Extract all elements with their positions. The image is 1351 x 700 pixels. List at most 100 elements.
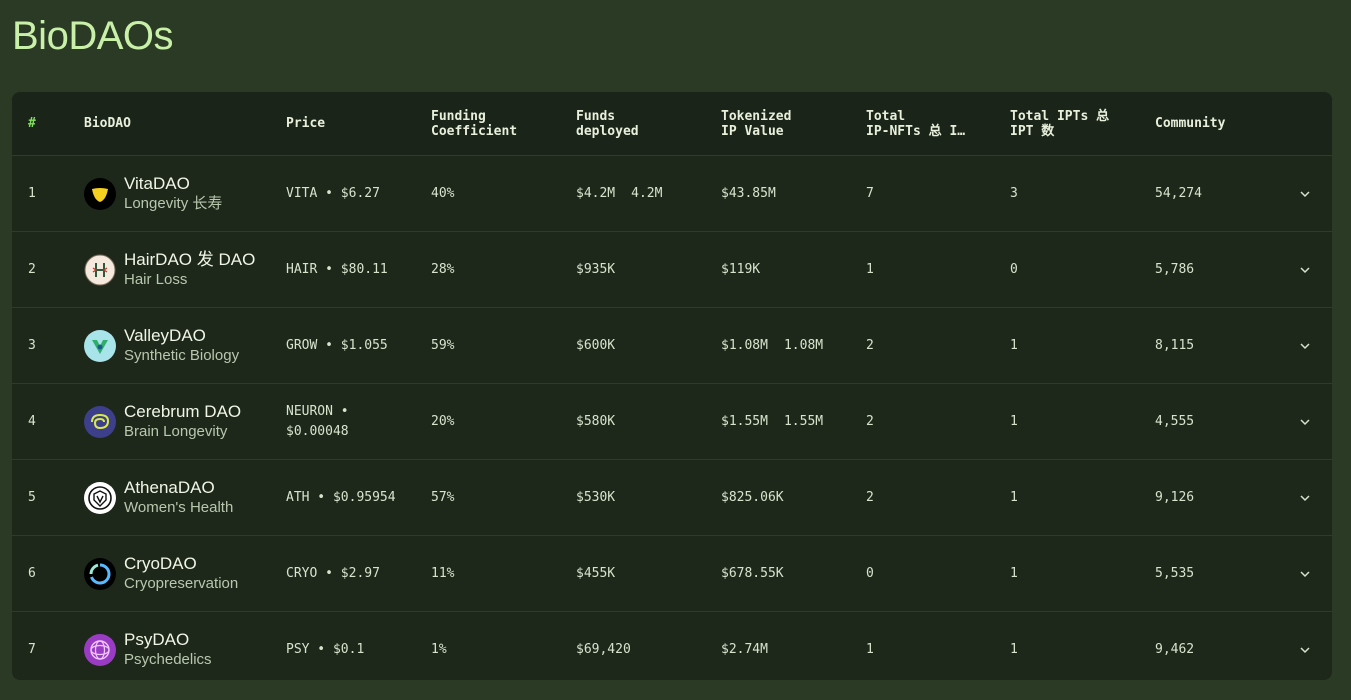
dao-logo-icon bbox=[84, 633, 116, 666]
price-value: GROW • $1.055 bbox=[286, 337, 388, 353]
funds-deployed-value: $935K bbox=[576, 261, 616, 277]
community-value: 4,555 bbox=[1155, 413, 1195, 429]
funds-deployed-cell: $580K bbox=[576, 384, 631, 459]
funding-coefficient-value: 59% bbox=[431, 337, 455, 353]
funds-deployed-cell: $4.2M 4.2M bbox=[576, 156, 662, 231]
header-biodao[interactable]: BioDAO bbox=[84, 92, 131, 155]
table-row[interactable]: 4 Cerebrum DAO Brain Longevity NEURON • … bbox=[12, 383, 1332, 459]
chevron-down-icon[interactable] bbox=[1298, 536, 1312, 611]
dao-logo-icon bbox=[84, 254, 116, 286]
tokenized-ip-cell: $825.06K bbox=[721, 460, 800, 535]
price-value: HAIR • $80.11 bbox=[286, 261, 388, 277]
tokenized-ip-value: $825.06K bbox=[721, 489, 784, 505]
total-ip-nfts-value: 2 bbox=[866, 337, 874, 353]
chevron-down-icon[interactable] bbox=[1298, 232, 1312, 307]
tokenized-ip-value: $119K bbox=[721, 261, 761, 277]
biodao-cell[interactable]: CryoDAO Cryopreservation bbox=[84, 536, 238, 611]
community-value: 5,786 bbox=[1155, 261, 1195, 277]
funds-deployed-cell: $69,420 bbox=[576, 612, 647, 680]
biodao-table: # BioDAO Price Funding Coefficient Funds… bbox=[12, 92, 1332, 680]
table-row[interactable]: 5 AthenaDAO Women's Health ATH • $0.9595… bbox=[12, 459, 1332, 535]
total-ipts-value: 1 bbox=[1010, 641, 1018, 657]
dao-name[interactable]: PsyDAO bbox=[124, 630, 212, 650]
dao-category: Brain Longevity bbox=[124, 422, 228, 440]
total-ip-nfts-value: 0 bbox=[866, 565, 874, 581]
row-index: 7 bbox=[28, 641, 36, 657]
tokenized-ip-extra: 1.08M bbox=[783, 337, 824, 353]
tokenized-ip-cell: $119K bbox=[721, 232, 776, 307]
table-body: 1 VitaDAO Longevity 长寿 VITA • $6.27 40% … bbox=[12, 156, 1332, 680]
table-row[interactable]: 1 VitaDAO Longevity 长寿 VITA • $6.27 40% … bbox=[12, 156, 1332, 231]
funding-coefficient-value: 28% bbox=[431, 261, 455, 277]
header-price[interactable]: Price bbox=[286, 92, 325, 155]
biodao-cell[interactable]: AthenaDAO Women's Health bbox=[84, 460, 233, 535]
funds-deployed-value: $580K bbox=[576, 413, 616, 429]
total-ip-nfts-value: 1 bbox=[866, 641, 874, 657]
funding-coefficient-value: 40% bbox=[431, 185, 455, 201]
community-value: 54,274 bbox=[1155, 185, 1202, 201]
biodao-cell[interactable]: VitaDAO Longevity 长寿 bbox=[84, 156, 222, 231]
tokenized-ip-cell: $2.74M bbox=[721, 612, 784, 680]
funds-deployed-value: $600K bbox=[576, 337, 616, 353]
tokenized-ip-value: $43.85M bbox=[721, 185, 776, 201]
price-value: CRYO • $2.97 bbox=[286, 565, 380, 581]
table-row[interactable]: 7 PsyDAO Psychedelics PSY • $0.1 1% $69,… bbox=[12, 611, 1332, 680]
total-ip-nfts-value: 2 bbox=[866, 489, 874, 505]
dao-name[interactable]: ValleyDAO bbox=[124, 326, 239, 346]
price-value: VITA • $6.27 bbox=[286, 185, 380, 201]
biodao-cell[interactable]: Cerebrum DAO Brain Longevity bbox=[84, 384, 241, 459]
chevron-down-icon[interactable] bbox=[1298, 612, 1312, 680]
header-funds-deployed[interactable]: Funds deployed bbox=[576, 92, 639, 155]
price-cell: NEURON • $0.00048 bbox=[286, 384, 416, 459]
row-index: 1 bbox=[28, 185, 36, 201]
funds-deployed-value: $4.2M bbox=[576, 185, 616, 201]
header-funding-coefficient[interactable]: Funding Coefficient bbox=[431, 92, 517, 155]
chevron-down-icon[interactable] bbox=[1298, 156, 1312, 231]
biodao-cell[interactable]: ValleyDAO Synthetic Biology bbox=[84, 308, 239, 383]
dao-name[interactable]: AthenaDAO bbox=[124, 478, 233, 498]
price-cell: GROW • $1.055 bbox=[286, 308, 416, 383]
header-index[interactable]: # bbox=[28, 92, 36, 155]
dao-category: Cryopreservation bbox=[124, 574, 239, 592]
total-ip-nfts-value: 2 bbox=[866, 413, 874, 429]
biodao-cell[interactable]: PsyDAO Psychedelics bbox=[84, 612, 212, 680]
page-title: BioDAOs bbox=[12, 14, 174, 58]
tokenized-ip-cell: $1.08M 1.08M bbox=[721, 308, 823, 383]
chevron-down-icon[interactable] bbox=[1298, 308, 1312, 383]
row-index: 4 bbox=[28, 413, 36, 429]
table-header: # BioDAO Price Funding Coefficient Funds… bbox=[12, 92, 1332, 156]
funding-coefficient-value: 11% bbox=[431, 565, 455, 581]
funds-deployed-cell: $600K bbox=[576, 308, 631, 383]
funds-deployed-extra: 4.2M bbox=[631, 185, 663, 201]
price-cell: HAIR • $80.11 bbox=[286, 232, 416, 307]
dao-name[interactable]: Cerebrum DAO bbox=[124, 402, 241, 422]
chevron-down-icon[interactable] bbox=[1298, 460, 1312, 535]
total-ipts-value: 0 bbox=[1010, 261, 1018, 277]
table-row[interactable]: 3 ValleyDAO Synthetic Biology GROW • $1.… bbox=[12, 307, 1332, 383]
header-total-ip-nfts[interactable]: Total IP-NFTs 总 I… bbox=[866, 92, 965, 155]
tokenized-ip-value: $2.74M bbox=[721, 641, 768, 657]
dao-name[interactable]: CryoDAO bbox=[124, 554, 238, 574]
header-tokenized-ip-value[interactable]: Tokenized IP Value bbox=[721, 92, 791, 155]
biodao-cell[interactable]: HairDAO 发 DAO Hair Loss bbox=[84, 232, 255, 307]
dao-category: Psychedelics bbox=[124, 650, 212, 668]
total-ipts-value: 1 bbox=[1010, 413, 1018, 429]
funding-coefficient-value: 20% bbox=[431, 413, 455, 429]
funds-deployed-cell: $935K bbox=[576, 232, 631, 307]
dao-name[interactable]: HairDAO 发 DAO bbox=[124, 250, 255, 270]
dao-name[interactable]: VitaDAO bbox=[124, 174, 222, 194]
tokenized-ip-cell: $43.85M bbox=[721, 156, 792, 231]
row-index: 2 bbox=[28, 261, 36, 277]
row-index: 6 bbox=[28, 565, 36, 581]
header-total-ipts[interactable]: Total IPTs 总 IPT 数 bbox=[1010, 92, 1109, 155]
table-row[interactable]: 6 CryoDAO Cryopreservation CRYO • $2.97 … bbox=[12, 535, 1332, 611]
dao-category: Longevity 长寿 bbox=[124, 194, 223, 212]
price-cell: VITA • $6.27 bbox=[286, 156, 416, 231]
dao-logo-icon bbox=[84, 557, 116, 590]
header-community[interactable]: Community bbox=[1155, 92, 1225, 155]
price-cell: CRYO • $2.97 bbox=[286, 536, 416, 611]
table-row[interactable]: 2 HairDAO 发 DAO Hair Loss HAIR • $80.11 … bbox=[12, 231, 1332, 307]
chevron-down-icon[interactable] bbox=[1298, 384, 1312, 459]
price-cell: PSY • $0.1 bbox=[286, 612, 416, 680]
dao-category: Women's Health bbox=[124, 498, 234, 516]
